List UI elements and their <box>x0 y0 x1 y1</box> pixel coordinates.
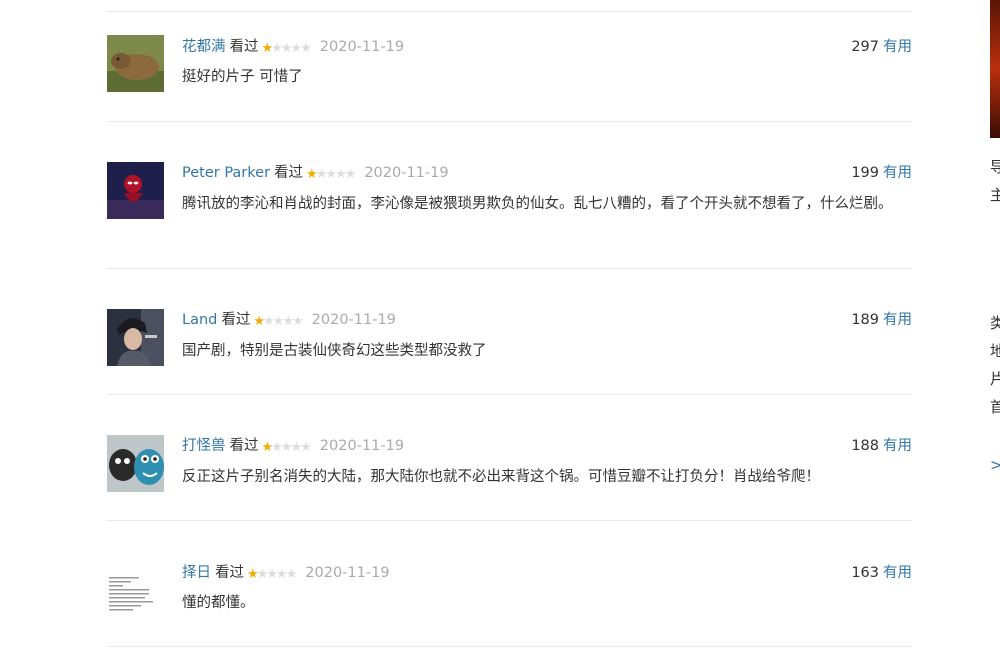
rating-stars: ★★★★★ <box>261 440 312 455</box>
comment-user-link[interactable]: 打怪兽 <box>182 438 226 454</box>
vote-count: 297 <box>851 39 879 55</box>
rating-stars: ★★★★★ <box>261 41 312 56</box>
right-sidebar: 导 主 类 地 片 首 > <box>990 0 1000 648</box>
avatar[interactable] <box>107 435 164 492</box>
watched-status: 看过 <box>215 565 244 581</box>
sidebar-text: 导 <box>990 158 1000 176</box>
sidebar-text: 地 <box>990 342 1000 360</box>
vote-area: 188 有用 <box>851 435 912 457</box>
vote-count: 189 <box>851 312 879 328</box>
comment-user-link[interactable]: Peter Parker <box>182 165 270 181</box>
vote-count: 188 <box>851 438 879 454</box>
poster-image[interactable] <box>990 0 1000 138</box>
vote-area: 189 有用 <box>851 309 912 331</box>
vote-area: 297 有用 <box>851 36 912 58</box>
comment-user-link[interactable]: Land <box>182 312 217 328</box>
comment-date: 2020-11-19 <box>311 312 396 328</box>
avatar[interactable] <box>107 561 164 618</box>
watched-status: 看过 <box>229 39 259 55</box>
useful-button[interactable]: 有用 <box>883 565 912 581</box>
comment-user-link[interactable]: 花都满 <box>182 39 226 55</box>
sidebar-text: 主 <box>990 186 1000 204</box>
useful-button[interactable]: 有用 <box>883 312 912 328</box>
useful-button[interactable]: 有用 <box>883 39 912 55</box>
watched-status: 看过 <box>229 438 259 454</box>
comment-text: 反正这片子别名消失的大陆，那大陆你也就不必出来背这个锅。可惜豆瓣不让打负分！肖战… <box>182 469 820 485</box>
more-link[interactable]: > <box>990 452 1000 479</box>
sidebar-text: 类 <box>990 314 1000 332</box>
comment-text: 国产剧，特别是古装仙侠奇幻这些类型都没救了 <box>182 343 487 359</box>
avatar[interactable] <box>107 35 164 92</box>
sidebar-text: 片 <box>990 370 1000 388</box>
watched-status: 看过 <box>221 312 251 328</box>
comment-text: 懂的都懂。 <box>182 595 255 611</box>
rating-stars: ★★★★★ <box>306 167 356 182</box>
comment-divider <box>107 520 912 521</box>
top-divider <box>107 11 912 12</box>
sidebar-text: 首 <box>990 398 1000 416</box>
comment-divider <box>107 646 912 647</box>
vote-area: 163 有用 <box>851 562 912 584</box>
comment-date: 2020-11-19 <box>305 565 390 581</box>
comment-divider <box>107 121 912 122</box>
avatar[interactable] <box>107 162 164 219</box>
useful-button[interactable]: 有用 <box>883 165 912 181</box>
useful-button[interactable]: 有用 <box>883 438 912 454</box>
vote-count: 163 <box>851 565 879 581</box>
comment-user-link[interactable]: 择日 <box>182 565 211 581</box>
vote-count: 199 <box>851 165 879 181</box>
rating-stars: ★★★★★ <box>247 567 297 582</box>
watched-status: 看过 <box>274 165 304 181</box>
comment-text: 腾讯放的李沁和肖战的封面，李沁像是被猥琐男欺负的仙女。乱七八糟的，看了个开头就不… <box>182 196 893 212</box>
comment-divider <box>107 394 912 395</box>
rating-stars: ★★★★★ <box>253 314 303 329</box>
comment-text: 挺好的片子 可惜了 <box>182 69 303 85</box>
comment-divider <box>107 268 912 269</box>
vote-area: 199 有用 <box>851 162 912 184</box>
comment-date: 2020-11-19 <box>319 438 405 454</box>
comment-date: 2020-11-19 <box>319 39 405 55</box>
comment-date: 2020-11-19 <box>364 165 449 181</box>
avatar[interactable] <box>107 309 164 366</box>
